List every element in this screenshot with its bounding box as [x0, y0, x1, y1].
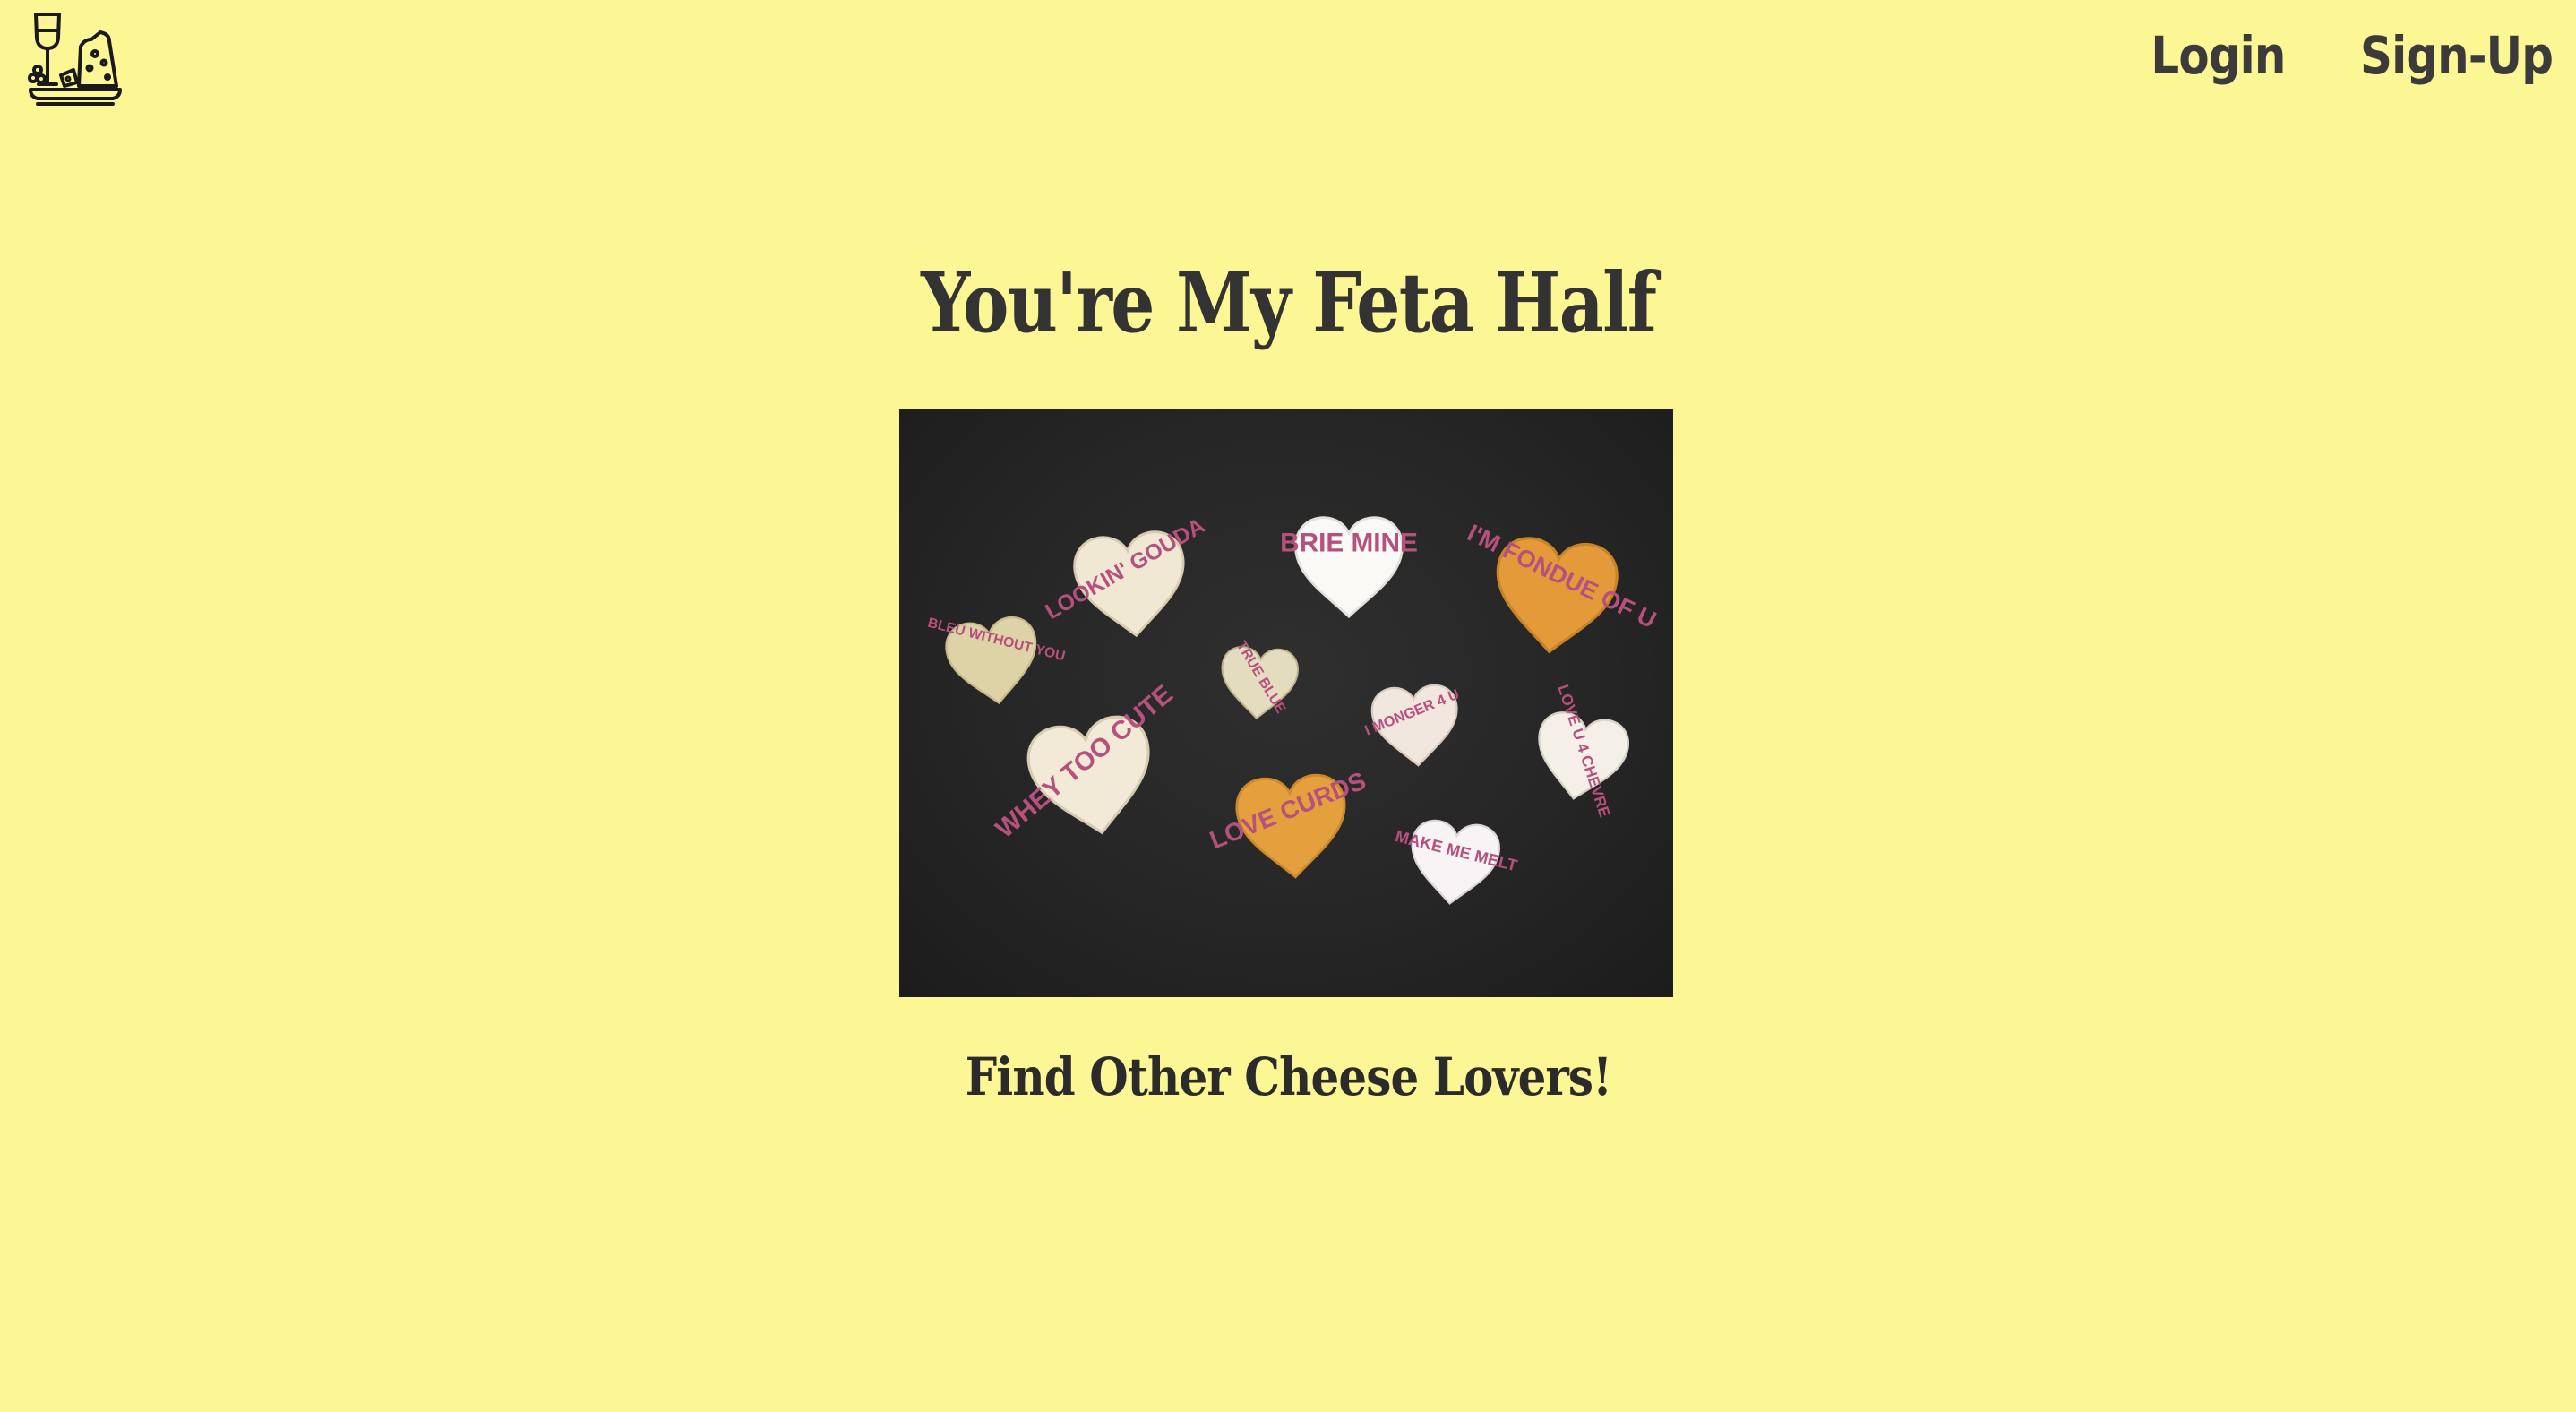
heart-whey-too-cute: WHEY TOO CUTE	[990, 679, 1179, 845]
heart-lookin-gouda: LOOKIN' GOUDA	[1042, 513, 1209, 643]
heart-love-u-4-chevre: LOVE U 4 CHEVRE	[1528, 683, 1634, 820]
cheese-hearts-photo: BLEU WITHOUT YOU LOOKIN' GOUDA BRIE MINE…	[899, 409, 1673, 997]
heart-fondue-of-u: I'M FONDUE OF U	[1464, 519, 1661, 659]
heart-i-monger-4-u: I MONGER 4 U	[1362, 683, 1462, 770]
login-link[interactable]: Login	[2151, 25, 2287, 86]
heart-true-blue: TRUE BLUE	[1217, 639, 1301, 722]
heart-brie-mine: BRIE MINE	[1280, 516, 1418, 618]
heart-make-me-melt: MAKE ME MELT	[1394, 817, 1519, 909]
wine-and-cheese-board-icon	[28, 13, 122, 106]
top-nav: Login Sign-Up	[2129, 25, 2554, 86]
page-title-text: You're My Feta Half	[920, 254, 1657, 351]
cta-text: Find Other Cheese Lovers!	[965, 1046, 1611, 1107]
page-title: You're My Feta Half	[0, 254, 2576, 351]
svg-text:BRIE MINE: BRIE MINE	[1280, 529, 1418, 558]
logo-icon[interactable]	[27, 11, 124, 108]
find-cheese-lovers-heading: Find Other Cheese Lovers!	[0, 1046, 2576, 1107]
heart-love-curds: LOVE CURDS	[1206, 766, 1370, 882]
signup-link[interactable]: Sign-Up	[2360, 25, 2554, 86]
